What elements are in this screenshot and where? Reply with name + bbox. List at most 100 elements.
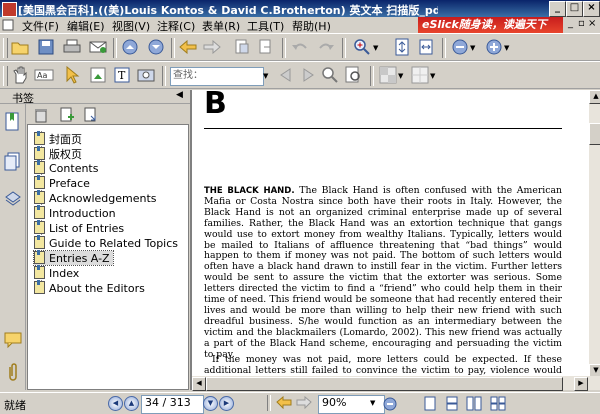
previous-page-icon[interactable]: ▲ [124,396,139,411]
mdi-minimize-button[interactable]: _ [568,18,573,29]
bookmark-label: 封面页 [49,133,82,146]
background-icon[interactable] [410,65,430,85]
highlight-dropdown-icon[interactable]: ▼ [398,72,403,80]
page-down-icon[interactable] [146,37,166,57]
highlight-icon[interactable] [378,65,398,85]
horizontal-scroll-thumb[interactable] [206,377,563,391]
rotate-page-icon[interactable] [256,37,276,57]
fit-width-icon[interactable] [416,37,436,57]
bookmark-item[interactable]: Acknowledgements [34,190,157,205]
close-button[interactable]: × [583,1,600,17]
doc-icon [2,19,14,34]
vertical-scroll-thumb[interactable] [589,123,600,145]
back-arrow-icon[interactable] [178,37,198,57]
vertical-scrollbar[interactable]: ▲ ▼ [588,90,600,378]
zoom-out-icon[interactable] [450,37,470,57]
scroll-right-button[interactable]: ▶ [574,377,588,391]
zoom-dropdown-icon[interactable]: ▼ [370,399,375,407]
go-back-icon[interactable] [276,395,292,412]
first-page-icon[interactable]: ◀ [108,396,123,411]
find-previous-icon[interactable] [276,65,296,85]
bookmark-item[interactable]: Introduction [34,205,116,220]
page-number-field[interactable]: 34 / 313 [141,395,204,414]
menu-comment[interactable]: 注释(C) [157,18,195,34]
bookmark-label: 版权页 [49,148,82,161]
zoom-out-dropdown-icon[interactable]: ▼ [470,44,475,52]
redo-icon[interactable] [316,37,336,57]
zoom-out-small-icon[interactable] [383,397,397,414]
bookmark-item[interactable]: About the Editors [34,280,145,295]
hand-tool-icon[interactable] [10,65,30,85]
pages-tab-icon[interactable] [3,152,23,172]
last-page-icon[interactable]: ▶ [219,396,234,411]
continuous-page-icon[interactable] [446,396,458,414]
pdf-page[interactable]: B THE BLACK HAND. The Black Hand is ofte… [192,90,588,376]
bookmark-item-selected[interactable]: Entries A-Z [33,250,114,266]
continuous-facing-icon[interactable] [490,396,506,414]
zoom-in-icon[interactable] [484,37,504,57]
go-forward-icon[interactable] [296,395,312,412]
bookmark-item[interactable]: Preface [34,175,90,190]
zoom-in-dropdown-icon[interactable]: ▼ [504,44,509,52]
email-icon[interactable] [88,37,108,57]
bookmark-icon [34,190,45,204]
bookmark-item[interactable]: List of Entries [34,220,124,235]
search-icon[interactable] [320,65,340,85]
text-tool-icon[interactable]: T [112,65,132,85]
menu-edit[interactable]: 编辑(E) [67,18,105,34]
collapse-panel-icon[interactable]: ◀ [176,90,183,100]
eslick-banner[interactable]: eSlick随身读，读遍天下书！ [418,17,563,47]
forward-arrow-icon[interactable] [202,37,222,57]
background-dropdown-icon[interactable]: ▼ [430,72,435,80]
page-up-icon[interactable] [120,37,140,57]
search-dropdown-icon[interactable]: ▼ [263,72,268,80]
bookmark-item[interactable]: 版权页 [34,146,82,161]
find-next-icon[interactable] [298,65,318,85]
bookmark-item[interactable]: 封面页 [34,131,82,146]
open-icon[interactable] [10,37,30,57]
menu-tools[interactable]: 工具(T) [247,18,284,34]
mdi-close-button[interactable]: × [588,18,596,29]
entry-paragraph: THE BLACK HAND. The Black Hand is often … [204,185,562,361]
status-text: 就绪 [4,399,26,412]
fit-page-icon[interactable] [392,37,412,57]
save-icon[interactable] [36,37,56,57]
zoom-in-tool-icon[interactable] [352,37,372,57]
mdi-restore-button[interactable]: ▫ [578,18,585,29]
delete-bookmark-icon[interactable] [31,105,51,125]
bookmark-item[interactable]: Guide to Related Topics [34,235,178,250]
comments-tab-icon[interactable] [3,330,23,350]
single-page-icon[interactable] [424,396,436,414]
attachments-tab-icon[interactable] [3,362,23,382]
horizontal-scrollbar[interactable]: ◀ ▶ [192,376,600,391]
scroll-up-button[interactable]: ▲ [589,90,600,104]
menu-view[interactable]: 视图(V) [112,18,150,34]
toolbar-grip [3,38,8,58]
snapshot-icon[interactable] [88,65,108,85]
full-search-icon[interactable] [344,65,364,85]
undo-icon[interactable] [290,37,310,57]
add-bookmark-icon[interactable] [57,105,77,125]
print-icon[interactable] [62,37,82,57]
extract-page-icon[interactable] [232,37,252,57]
layers-tab-icon[interactable] [3,188,23,208]
zoom-tool-dropdown-icon[interactable]: ▼ [373,44,378,52]
menu-form[interactable]: 表单(R) [202,18,240,34]
maximize-button[interactable]: □ [566,1,583,17]
minimize-button[interactable]: _ [549,1,566,17]
search-input[interactable]: 查找： [170,67,264,86]
scroll-left-button[interactable]: ◀ [192,377,206,391]
menu-file[interactable]: 文件(F) [22,18,59,34]
bookmark-item[interactable]: Index [34,265,79,280]
menu-help[interactable]: 帮助(H) [292,18,331,34]
image-tool-icon[interactable] [136,65,156,85]
select-text-icon[interactable]: Aa [34,65,54,85]
select-tool-icon[interactable] [62,65,82,85]
facing-page-icon[interactable] [466,396,482,414]
expand-bookmark-icon[interactable] [81,105,101,125]
bookmarks-tab-icon[interactable] [3,112,23,132]
bookmark-item[interactable]: Contents [34,160,98,175]
next-page-icon[interactable]: ▼ [203,396,218,411]
bookmark-icon [34,160,45,174]
toolbar-separator [113,38,117,58]
